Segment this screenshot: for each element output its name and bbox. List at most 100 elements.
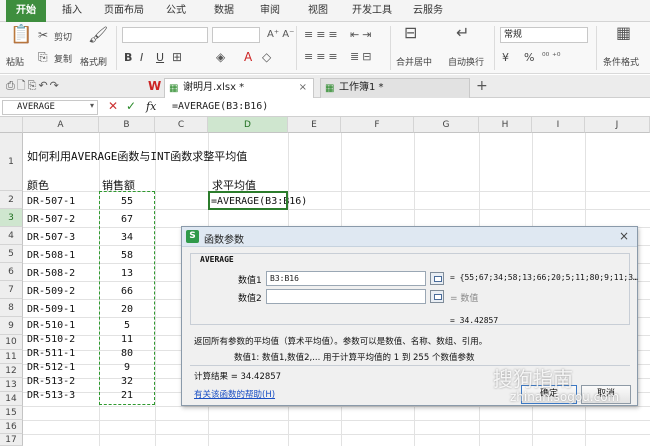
- fill-color-icon[interactable]: ◈: [216, 50, 225, 64]
- copy-icon[interactable]: ⎘: [38, 50, 48, 64]
- close-tab-icon[interactable]: ×: [299, 79, 307, 97]
- col-header-h[interactable]: H: [479, 117, 532, 133]
- menu-tab-developer[interactable]: 开发工具: [346, 0, 398, 22]
- grow-font-icon[interactable]: A⁺ A⁻: [267, 28, 294, 42]
- paste-label[interactable]: 粘贴: [6, 55, 24, 68]
- number-format-select[interactable]: 常规: [500, 27, 588, 43]
- close-icon[interactable]: ×: [619, 229, 629, 243]
- paste-icon[interactable]: 📋: [10, 26, 32, 44]
- font-name-select[interactable]: [122, 27, 208, 43]
- col-header-a[interactable]: A: [23, 117, 99, 133]
- doc-tab-active[interactable]: ▦ 谢明月.xlsx * ×: [164, 78, 314, 98]
- bold-button[interactable]: B: [124, 51, 132, 64]
- distribute-icons[interactable]: ≣⊟: [350, 50, 374, 64]
- formula-input[interactable]: =AVERAGE(B3:B16): [172, 101, 268, 112]
- arg1-input[interactable]: B3:B16: [266, 271, 426, 286]
- row-header-17[interactable]: 17: [0, 434, 23, 446]
- scissors-icon[interactable]: ✂: [38, 28, 48, 42]
- col-header-f[interactable]: F: [341, 117, 414, 133]
- align-left-icons[interactable]: ≡≡≡: [304, 50, 341, 64]
- row-header-6[interactable]: 6: [0, 263, 23, 281]
- dialog-title-bar[interactable]: S 函数参数 ×: [182, 227, 637, 247]
- new-tab-icon[interactable]: +: [476, 79, 488, 93]
- row-header-4[interactable]: 4: [0, 227, 23, 245]
- menu-tab-cloud[interactable]: 云服务: [406, 0, 450, 22]
- wrap-text-label[interactable]: 自动换行: [448, 55, 484, 68]
- col-header-b[interactable]: B: [99, 117, 155, 133]
- conditional-format-label[interactable]: 条件格式: [603, 55, 639, 68]
- row-header-14[interactable]: 14: [0, 392, 23, 406]
- row-header-7[interactable]: 7: [0, 281, 23, 299]
- col-header-c[interactable]: C: [155, 117, 208, 133]
- cell-a9[interactable]: DR-509-1: [27, 304, 75, 315]
- col-header-d[interactable]: D: [208, 117, 288, 133]
- doc-tab-workbook[interactable]: ▦ 工作簿1 *: [320, 78, 470, 98]
- row-header-2[interactable]: 2: [0, 191, 23, 209]
- font-color-icon[interactable]: A: [244, 50, 252, 64]
- col-header-i[interactable]: I: [532, 117, 585, 133]
- cell-a12[interactable]: DR-511-1: [27, 348, 75, 359]
- cell-a10[interactable]: DR-510-1: [27, 320, 75, 331]
- cell-a8[interactable]: DR-509-2: [27, 286, 75, 297]
- insert-function-icon[interactable]: fx: [146, 100, 156, 113]
- row-header-9[interactable]: 9: [0, 317, 23, 335]
- row-header-8[interactable]: 8: [0, 299, 23, 317]
- menu-tab-page-layout[interactable]: 页面布局: [98, 0, 150, 22]
- cell-a4[interactable]: DR-507-2: [27, 214, 75, 225]
- clear-format-icon[interactable]: ◇: [262, 50, 271, 64]
- header-color-cell[interactable]: 颜色: [27, 177, 49, 193]
- row-header-16[interactable]: 16: [0, 420, 23, 434]
- format-painter-icon[interactable]: 🖌: [88, 27, 108, 43]
- cell-a6[interactable]: DR-508-1: [27, 250, 75, 261]
- menu-tab-view[interactable]: 视图: [300, 0, 336, 22]
- name-box[interactable]: AVERAGE: [2, 100, 98, 115]
- decimal-icons[interactable]: ⁰⁰ ⁺⁰: [542, 50, 560, 64]
- font-size-select[interactable]: [212, 27, 260, 43]
- wrap-text-icon[interactable]: ↵: [456, 25, 469, 41]
- collapse-dialog-icon[interactable]: [430, 290, 444, 303]
- row-header-1[interactable]: 1: [0, 133, 23, 191]
- collapse-dialog-icon[interactable]: [430, 272, 444, 285]
- cell-a3[interactable]: DR-507-1: [27, 196, 75, 207]
- row-header-11[interactable]: 11: [0, 350, 23, 364]
- italic-button[interactable]: I: [140, 51, 143, 64]
- underline-button[interactable]: U: [156, 51, 164, 64]
- menu-tab-data[interactable]: 数据: [206, 0, 242, 22]
- cell-a14[interactable]: DR-513-2: [27, 376, 75, 387]
- percent-button[interactable]: %: [524, 51, 534, 64]
- chevron-down-icon[interactable]: ▾: [90, 101, 94, 110]
- indent-icons[interactable]: ⇤⇥: [350, 28, 374, 42]
- row-header-12[interactable]: 12: [0, 364, 23, 378]
- currency-button[interactable]: ¥: [502, 51, 509, 64]
- cut-label[interactable]: 剪切: [54, 30, 72, 43]
- row-header-15[interactable]: 15: [0, 406, 23, 420]
- border-icon[interactable]: ⊞: [172, 50, 182, 64]
- row-header-5[interactable]: 5: [0, 245, 23, 263]
- merge-icon[interactable]: ⊟: [404, 25, 417, 41]
- menu-tab-formulas[interactable]: 公式: [158, 0, 194, 22]
- menu-tab-home[interactable]: 开始: [6, 0, 46, 22]
- row-header-13[interactable]: 13: [0, 378, 23, 392]
- cell-a15[interactable]: DR-513-3: [27, 390, 75, 401]
- menu-tab-review[interactable]: 审阅: [252, 0, 288, 22]
- sheet-title-cell[interactable]: 如何利用AVERAGE函数与INT函数求整平均值: [27, 148, 247, 164]
- function-help-link[interactable]: 有关该函数的帮助(H): [194, 388, 275, 400]
- format-painter-label[interactable]: 格式刷: [80, 55, 107, 68]
- align-top-icons[interactable]: ≡≡≡: [304, 28, 341, 42]
- cell-a5[interactable]: DR-507-3: [27, 232, 75, 243]
- cell-a13[interactable]: DR-512-1: [27, 362, 75, 373]
- merge-center-label[interactable]: 合并居中: [396, 55, 432, 68]
- copy-label[interactable]: 复制: [54, 52, 72, 65]
- col-header-g[interactable]: G: [414, 117, 479, 133]
- row-header-3[interactable]: 3: [0, 209, 23, 227]
- col-header-j[interactable]: J: [585, 117, 650, 133]
- cell-a7[interactable]: DR-508-2: [27, 268, 75, 279]
- conditional-format-icon[interactable]: ▦: [616, 25, 631, 41]
- col-header-e[interactable]: E: [288, 117, 341, 133]
- row-header-10[interactable]: 10: [0, 335, 23, 350]
- cancel-formula-icon[interactable]: ✕: [108, 99, 118, 113]
- cell-a11[interactable]: DR-510-2: [27, 334, 75, 345]
- menu-tab-insert[interactable]: 插入: [54, 0, 90, 22]
- quick-access-icons[interactable]: ⎙🗋⎘↶↷: [6, 79, 61, 93]
- confirm-formula-icon[interactable]: ✓: [126, 99, 136, 113]
